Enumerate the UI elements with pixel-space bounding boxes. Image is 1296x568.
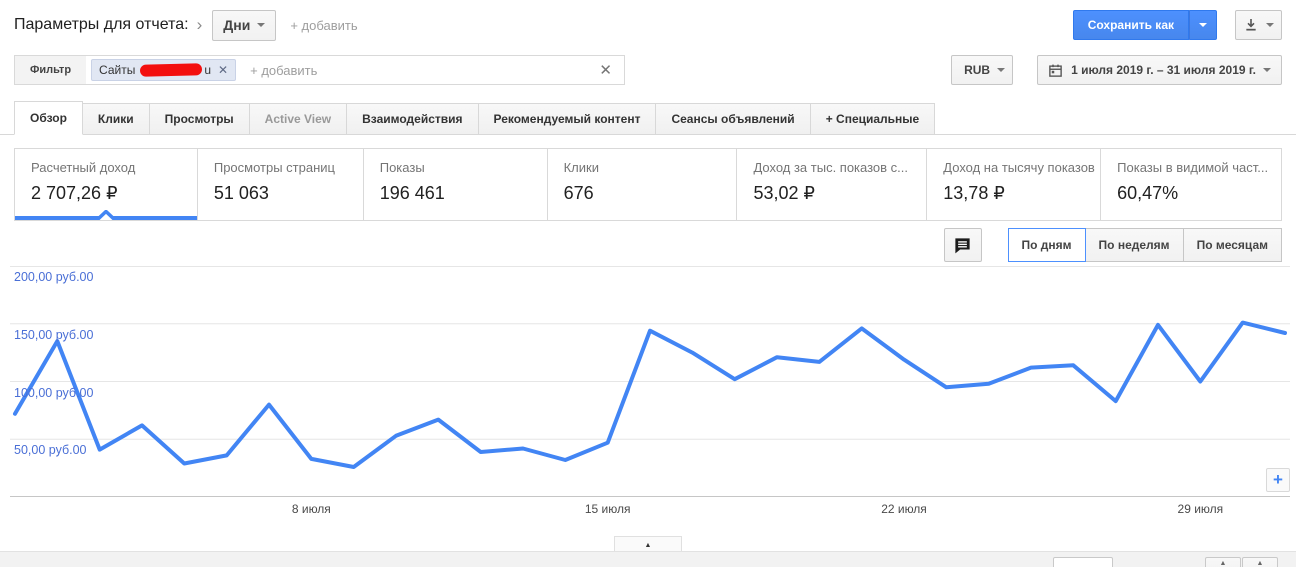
- y-axis-tick-label: 100,00 руб.00: [14, 385, 94, 400]
- filter-input-box[interactable]: Фильтр Сайты u ✕ + добавить ✕: [14, 55, 625, 85]
- comment-icon: [955, 237, 970, 253]
- granularity-by-days-button[interactable]: По дням: [1007, 228, 1086, 262]
- metric-value: 2 707,26 ₽: [31, 183, 118, 203]
- tab-ad-sessions[interactable]: Сеансы объявлений: [655, 103, 811, 135]
- footer-next-button[interactable]: ▲: [1242, 557, 1278, 567]
- metric-value: 196 461: [379, 183, 445, 203]
- x-axis-labels: 8 июля 15 июля 22 июля 29 июля: [10, 497, 1290, 519]
- y-axis-tick-label: 50,00 руб.00: [14, 443, 87, 458]
- metric-value: 53,02 ₽: [753, 183, 815, 203]
- currency-label: RUB: [964, 63, 991, 77]
- annotations-button[interactable]: [943, 228, 982, 262]
- chevron-down-icon: [1199, 23, 1207, 27]
- download-icon: [1246, 19, 1256, 31]
- y-axis-tick-label: 150,00 руб.00: [14, 327, 94, 342]
- page-title: Параметры для отчета:: [14, 16, 189, 33]
- collapse-chart-button[interactable]: ▲: [614, 536, 682, 551]
- footer-prev-button[interactable]: ▲: [1205, 557, 1241, 567]
- topbar-actions: Сохранить как: [1072, 10, 1282, 40]
- filter-chip-sites[interactable]: Сайты u ✕: [91, 59, 237, 81]
- metric-value: 676: [563, 183, 594, 203]
- metric-label: Клики: [563, 160, 599, 175]
- metric-card-viewability[interactable]: Показы в видимой част... 60,47%: [1100, 149, 1281, 220]
- report-type-dropdown[interactable]: Дни: [212, 9, 277, 41]
- calendar-icon: [1049, 64, 1062, 77]
- x-axis-tick-label: 29 июля: [1177, 502, 1224, 516]
- filter-clear-icon[interactable]: ✕: [599, 61, 612, 79]
- metric-label: Расчетный доход: [31, 160, 136, 175]
- tab-interactions[interactable]: Взаимодействия: [346, 103, 479, 135]
- tab-active-view[interactable]: Active View: [248, 103, 348, 135]
- tab-recommended-content[interactable]: Рекомендуемый контент: [477, 103, 657, 135]
- redacted-site-name: [140, 63, 203, 77]
- x-axis-tick-label: 22 июля: [881, 502, 927, 516]
- add-parameter-link[interactable]: + добавить: [290, 18, 357, 33]
- metric-value: 60,47%: [1117, 183, 1179, 203]
- tab-add-custom[interactable]: + Специальные: [809, 103, 936, 135]
- chip-remove-icon[interactable]: ✕: [218, 63, 228, 77]
- save-as-dropdown-button[interactable]: [1189, 10, 1217, 40]
- filter-bar: Фильтр Сайты u ✕ + добавить ✕ RUB 1 июля…: [14, 55, 1282, 85]
- filterbar-actions: RUB 1 июля 2019 г. – 31 июля 2019 г.: [951, 55, 1282, 85]
- report-tabs: Обзор Клики Просмотры Active View Взаимо…: [0, 101, 1296, 135]
- revenue-line-chart: 200,00 руб.00 150,00 руб.00 100,00 руб.00 5…: [10, 266, 1290, 497]
- y-axis-tick-label: 200,00 руб.00: [14, 270, 94, 284]
- metric-cards: Расчетный доход 2 707,26 ₽ Просмотры стр…: [14, 148, 1282, 221]
- download-button[interactable]: [1235, 10, 1282, 40]
- collapse-row: ▲: [0, 536, 1296, 551]
- chevron-down-icon: [1263, 68, 1271, 72]
- chevron-down-icon: [997, 68, 1006, 72]
- chevron-down-icon: [257, 23, 266, 27]
- metric-label: Просмотры страниц: [213, 160, 335, 175]
- tab-clicks[interactable]: Клики: [81, 103, 150, 135]
- save-as-button[interactable]: Сохранить как: [1072, 10, 1189, 40]
- metric-card-clicks[interactable]: Клики 676: [546, 149, 737, 220]
- metric-card-rpm[interactable]: Доход на тысячу показов 13,78 ₽: [926, 149, 1100, 220]
- x-axis-tick-label: 8 июля: [291, 502, 331, 516]
- metric-card-rpm-sessions[interactable]: Доход за тыс. показов с... 53,02 ₽: [736, 149, 926, 220]
- metric-label: Доход на тысячу показов: [943, 160, 1095, 175]
- date-range-picker[interactable]: 1 июля 2019 г. – 31 июля 2019 г.: [1037, 55, 1282, 85]
- add-filter-placeholder[interactable]: + добавить: [250, 63, 317, 78]
- chevron-down-icon: [1266, 23, 1274, 27]
- metric-card-estimated-revenue[interactable]: Расчетный доход 2 707,26 ₽: [15, 149, 197, 220]
- filter-label: Фильтр: [15, 56, 87, 84]
- filter-chip-suffix: u: [204, 63, 212, 77]
- granularity-by-months-button[interactable]: По месяцам: [1182, 228, 1282, 262]
- chart-controls: По дням По неделям По месяцам: [14, 228, 1282, 262]
- collapse-arrow-icon: ▲: [644, 542, 652, 549]
- metric-value: 51 063: [213, 183, 269, 203]
- date-range-label: 1 июля 2019 г. – 31 июля 2019 г.: [1071, 63, 1256, 77]
- report-header: Параметры для отчета: › Дни + добавить С…: [14, 9, 1282, 41]
- footer-bar: ▲ ▲: [0, 551, 1296, 567]
- metric-label: Показы: [379, 160, 425, 175]
- metric-value: 13,78 ₽: [943, 183, 1005, 203]
- metric-label: Показы в видимой част...: [1117, 160, 1269, 175]
- chart-zoom-button[interactable]: +: [1266, 468, 1290, 492]
- chart-plot-area: [10, 266, 1290, 497]
- metric-label: Доход за тыс. показов с...: [753, 160, 909, 175]
- granularity-by-weeks-button[interactable]: По неделям: [1084, 228, 1184, 262]
- footer-page-size-select[interactable]: [1053, 557, 1113, 567]
- currency-dropdown[interactable]: RUB: [951, 55, 1014, 85]
- metric-card-impressions[interactable]: Показы 196 461: [362, 149, 547, 220]
- filter-chip-prefix: Сайты: [99, 63, 136, 77]
- tab-overview[interactable]: Обзор: [14, 101, 83, 135]
- metric-card-page-views[interactable]: Просмотры страниц 51 063: [196, 149, 363, 220]
- selected-card-notch: [95, 210, 116, 220]
- tab-views[interactable]: Просмотры: [148, 103, 250, 135]
- x-axis-tick-label: 15 июля: [584, 502, 631, 516]
- report-type-label: Дни: [223, 17, 251, 33]
- chevron-right-icon: ›: [196, 15, 203, 34]
